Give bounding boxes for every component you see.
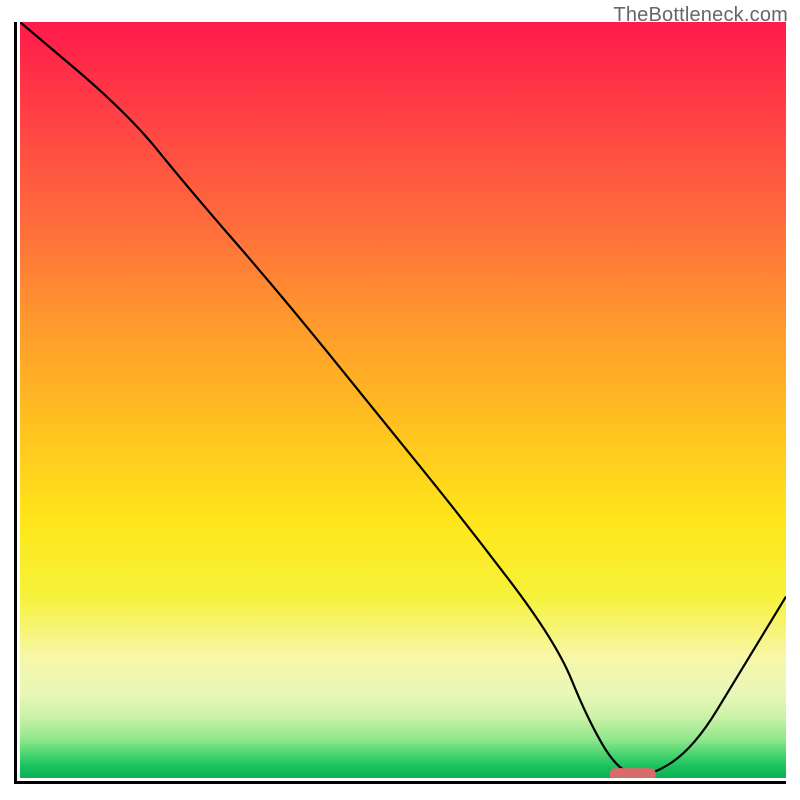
optimal-marker xyxy=(610,768,656,778)
bottleneck-curve xyxy=(20,22,786,775)
chart-overlay xyxy=(20,22,786,778)
plot-area xyxy=(14,22,786,784)
